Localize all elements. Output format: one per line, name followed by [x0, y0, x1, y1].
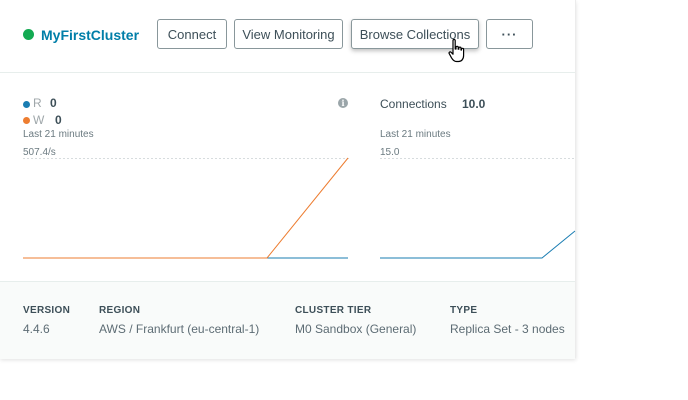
hand-cursor-icon [448, 38, 465, 63]
write-value: 0 [55, 113, 62, 127]
cluster-name-link[interactable]: MyFirstCluster [41, 27, 139, 43]
more-options-button[interactable]: ··· [486, 19, 533, 49]
cluster-details: VERSION 4.4.6 REGION AWS / Frankfurt (eu… [0, 281, 575, 359]
connections-value: 10.0 [462, 97, 486, 111]
cluster-status-indicator [23, 29, 34, 40]
read-legend-dot [23, 101, 30, 108]
type-label: TYPE [450, 305, 478, 316]
view-monitoring-button[interactable]: View Monitoring [234, 19, 343, 49]
connections-max-label: 15.0 [380, 147, 400, 158]
ops-chart [23, 157, 349, 259]
info-icon[interactable]: i [338, 98, 348, 108]
type-value: Replica Set - 3 nodes [450, 322, 565, 336]
cluster-card: MyFirstCluster Connect View Monitoring B… [0, 0, 576, 359]
cluster-tier-value: M0 Sandbox (General) [295, 322, 417, 336]
cluster-header: MyFirstCluster Connect View Monitoring B… [0, 0, 575, 73]
write-legend-label: W [33, 113, 45, 127]
ops-max-label: 507.4/s [23, 147, 56, 158]
metrics-panel: R 0 W 0 Last 21 minutes 507.4/s i Connec… [0, 73, 576, 280]
connections-period-label: Last 21 minutes [380, 129, 451, 140]
ops-period-label: Last 21 minutes [23, 129, 94, 140]
connect-button[interactable]: Connect [157, 19, 227, 49]
read-value: 0 [50, 96, 57, 110]
connections-title: Connections [380, 97, 447, 111]
read-legend-label: R [33, 96, 42, 110]
connections-line [380, 230, 576, 259]
version-value: 4.4.6 [23, 322, 50, 336]
region-label: REGION [99, 305, 141, 316]
connections-chart [380, 158, 576, 259]
version-label: VERSION [23, 305, 71, 316]
region-value: AWS / Frankfurt (eu-central-1) [99, 322, 260, 336]
write-legend-dot [23, 117, 30, 124]
ops-write-line [23, 157, 349, 259]
cluster-tier-label: CLUSTER TIER [295, 305, 372, 316]
